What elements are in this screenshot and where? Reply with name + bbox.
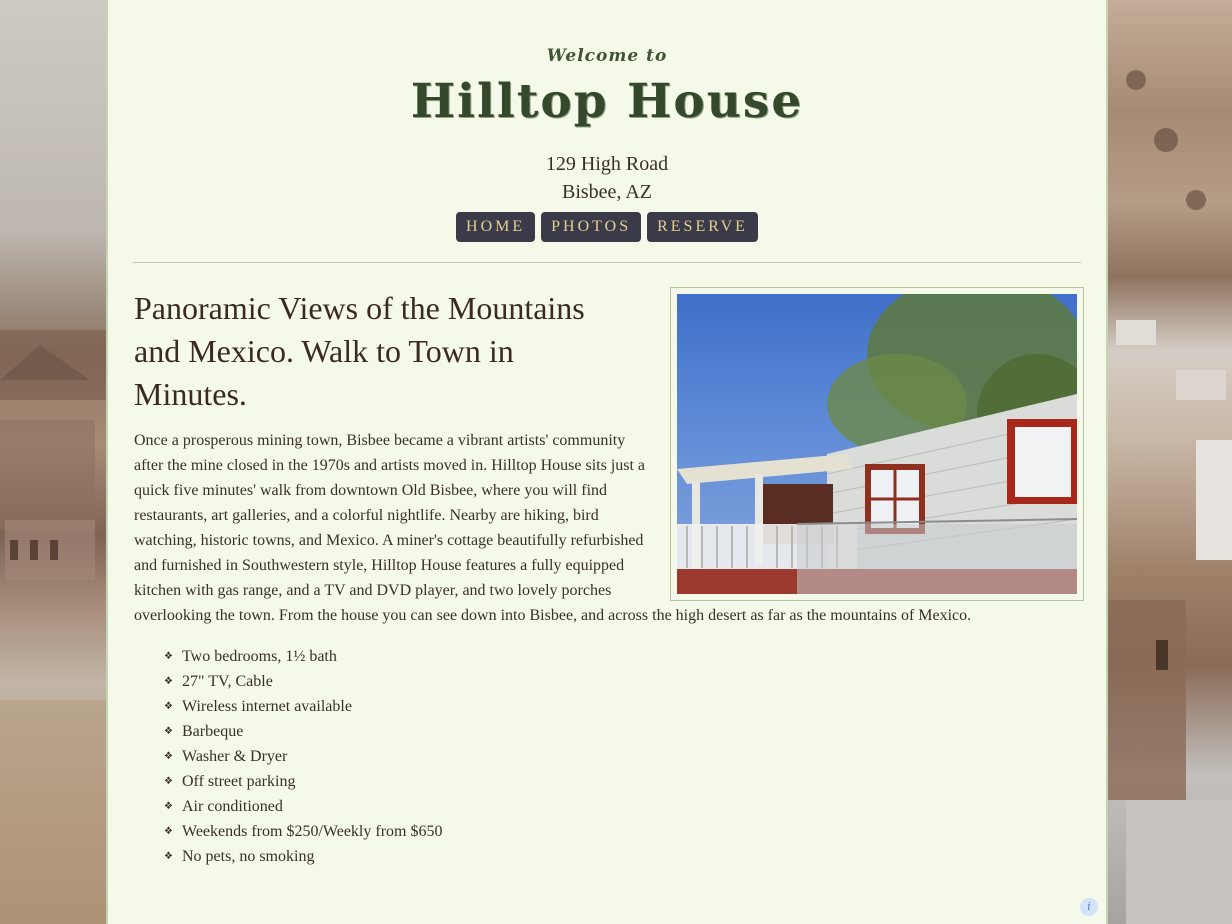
house-photo: [677, 294, 1077, 594]
main-content: Panoramic Views of the Mountains and Mex…: [134, 287, 1084, 869]
list-item: ❖ Barbeque: [164, 719, 1084, 744]
diamond-bullet-icon: ❖: [164, 676, 173, 687]
diamond-bullet-icon: ❖: [164, 726, 173, 737]
site-title: Hilltop House: [410, 74, 804, 129]
amenities-list: ❖ Two bedrooms, 1½ bath ❖ 27" TV, Cable ❖ W…: [164, 644, 1084, 869]
address: 129 High Road Bisbee, AZ: [108, 150, 1106, 206]
list-item: ❖ 27" TV, Cable: [164, 669, 1084, 694]
town-scene-left: [0, 330, 108, 924]
diamond-bullet-icon: ❖: [164, 801, 173, 812]
diamond-bullet-icon: ❖: [164, 851, 173, 862]
list-item-text: Air conditioned: [182, 798, 283, 815]
list-item-text: Wireless internet available: [182, 698, 352, 715]
list-item: ❖ No pets, no smoking: [164, 844, 1084, 869]
page-container: Welcome to Hilltop House 129 High Road B…: [106, 0, 1108, 924]
header-divider: [133, 262, 1081, 263]
town-scene-right: [1106, 70, 1232, 924]
list-item: ❖ Wireless internet available: [164, 694, 1084, 719]
list-item: ❖ Off street parking: [164, 769, 1084, 794]
list-item-text: No pets, no smoking: [182, 848, 315, 865]
list-item-text: Washer & Dryer: [182, 748, 288, 765]
address-line-2: Bisbee, AZ: [562, 181, 652, 203]
diamond-bullet-icon: ❖: [164, 776, 173, 787]
diamond-bullet-icon: ❖: [164, 651, 173, 662]
address-line-1: 129 High Road: [545, 153, 669, 175]
list-item: ❖ Weekends from $250/Weekly from $650: [164, 819, 1084, 844]
list-item: ❖ Air conditioned: [164, 794, 1084, 819]
nav-reserve-button[interactable]: RESERVE: [647, 212, 758, 242]
welcome-text: Welcome to: [546, 46, 668, 66]
info-icon[interactable]: i: [1080, 898, 1098, 916]
page-headline: Panoramic Views of the Mountains and Mex…: [134, 290, 585, 412]
background-photo-right: [1106, 0, 1232, 924]
main-nav: HOME PHOTOS RESERVE: [108, 212, 1106, 242]
list-item: ❖ Washer & Dryer: [164, 744, 1084, 769]
list-item-text: Barbeque: [182, 723, 244, 740]
house-photo-frame: [670, 287, 1084, 601]
house-illustration: [677, 294, 1077, 594]
list-item-text: 27" TV, Cable: [182, 673, 273, 690]
nav-photos-button[interactable]: PHOTOS: [541, 212, 642, 242]
diamond-bullet-icon: ❖: [164, 826, 173, 837]
list-item-text: Off street parking: [182, 773, 296, 790]
nav-home-button[interactable]: HOME: [456, 212, 536, 242]
list-item: ❖ Two bedrooms, 1½ bath: [164, 644, 1084, 669]
background-photo-left: [0, 0, 108, 924]
diamond-bullet-icon: ❖: [164, 751, 173, 762]
list-item-text: Weekends from $250/Weekly from $650: [182, 823, 443, 840]
list-item-text: Two bedrooms, 1½ bath: [182, 648, 337, 665]
diamond-bullet-icon: ❖: [164, 701, 173, 712]
